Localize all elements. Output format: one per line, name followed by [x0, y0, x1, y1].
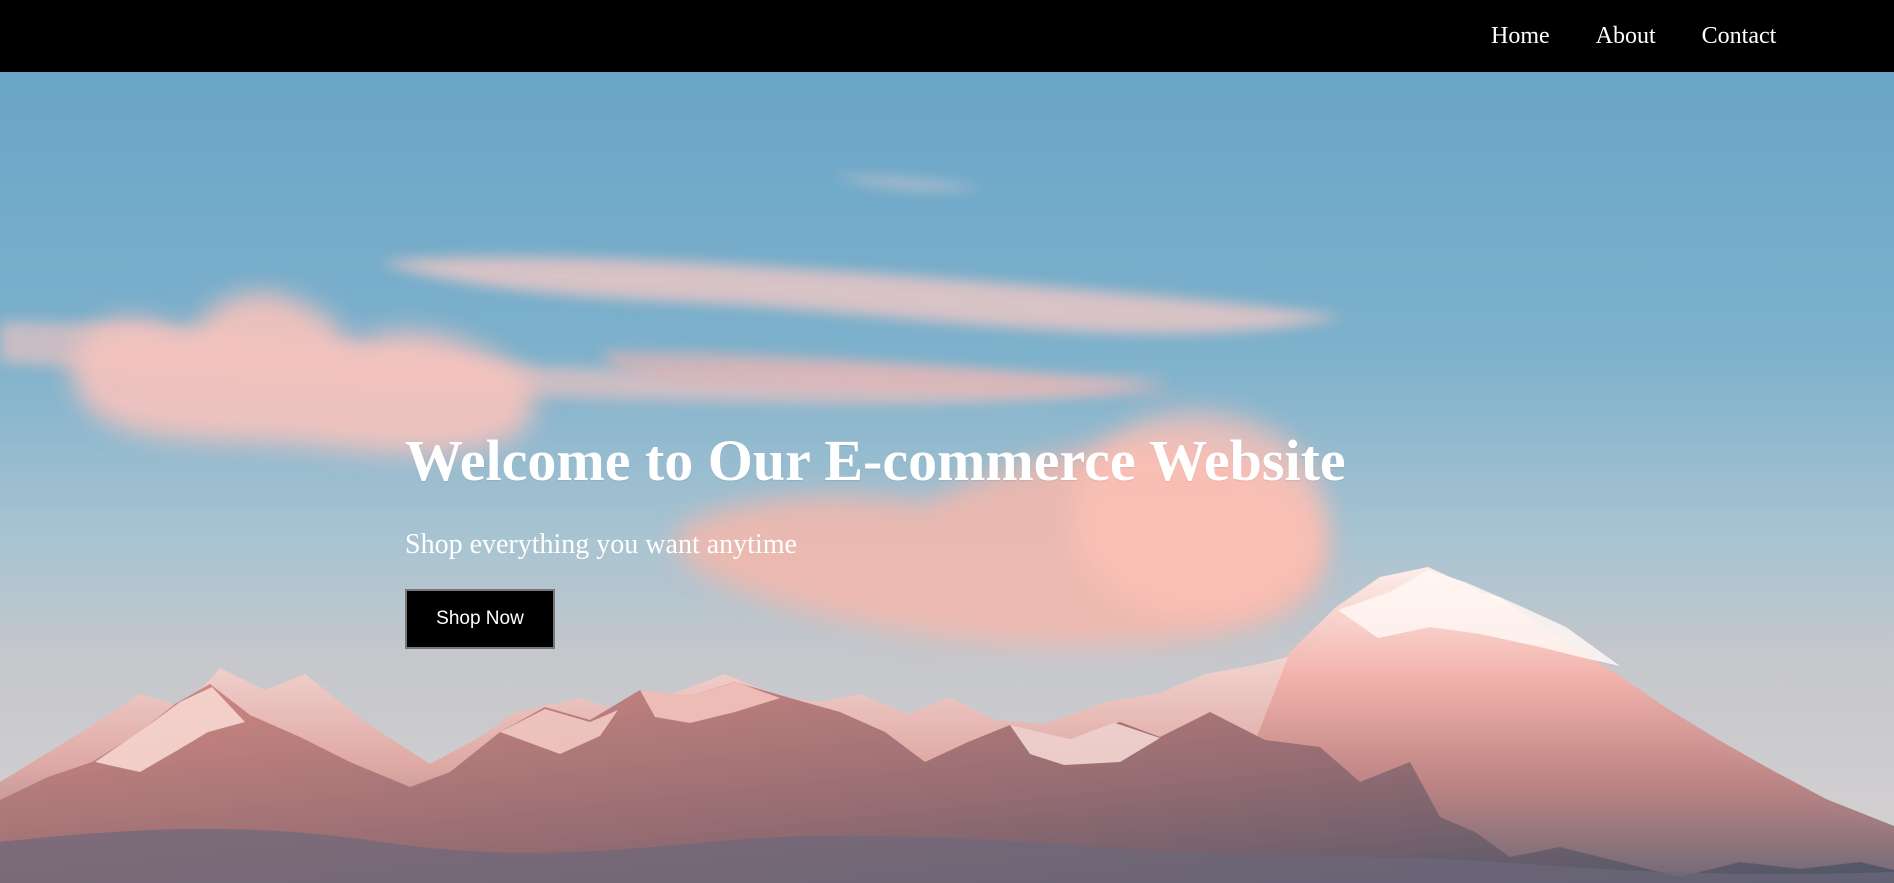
top-navigation-bar: Home About Contact [0, 0, 1894, 72]
nav-link-about[interactable]: About [1596, 24, 1656, 48]
main-navigation: Home About Contact [1468, 0, 1799, 72]
nav-link-home[interactable]: Home [1491, 24, 1550, 48]
hero-text-content: Welcome to Our E-commerce Website Shop e… [405, 432, 1505, 649]
shop-now-button[interactable]: Shop Now [405, 589, 555, 649]
nav-link-contact[interactable]: Contact [1702, 24, 1777, 48]
hero-section: Welcome to Our E-commerce Website Shop e… [0, 72, 1894, 883]
hero-title: Welcome to Our E-commerce Website [405, 428, 1346, 493]
hero-subtitle: Shop everything you want anytime [405, 529, 797, 560]
